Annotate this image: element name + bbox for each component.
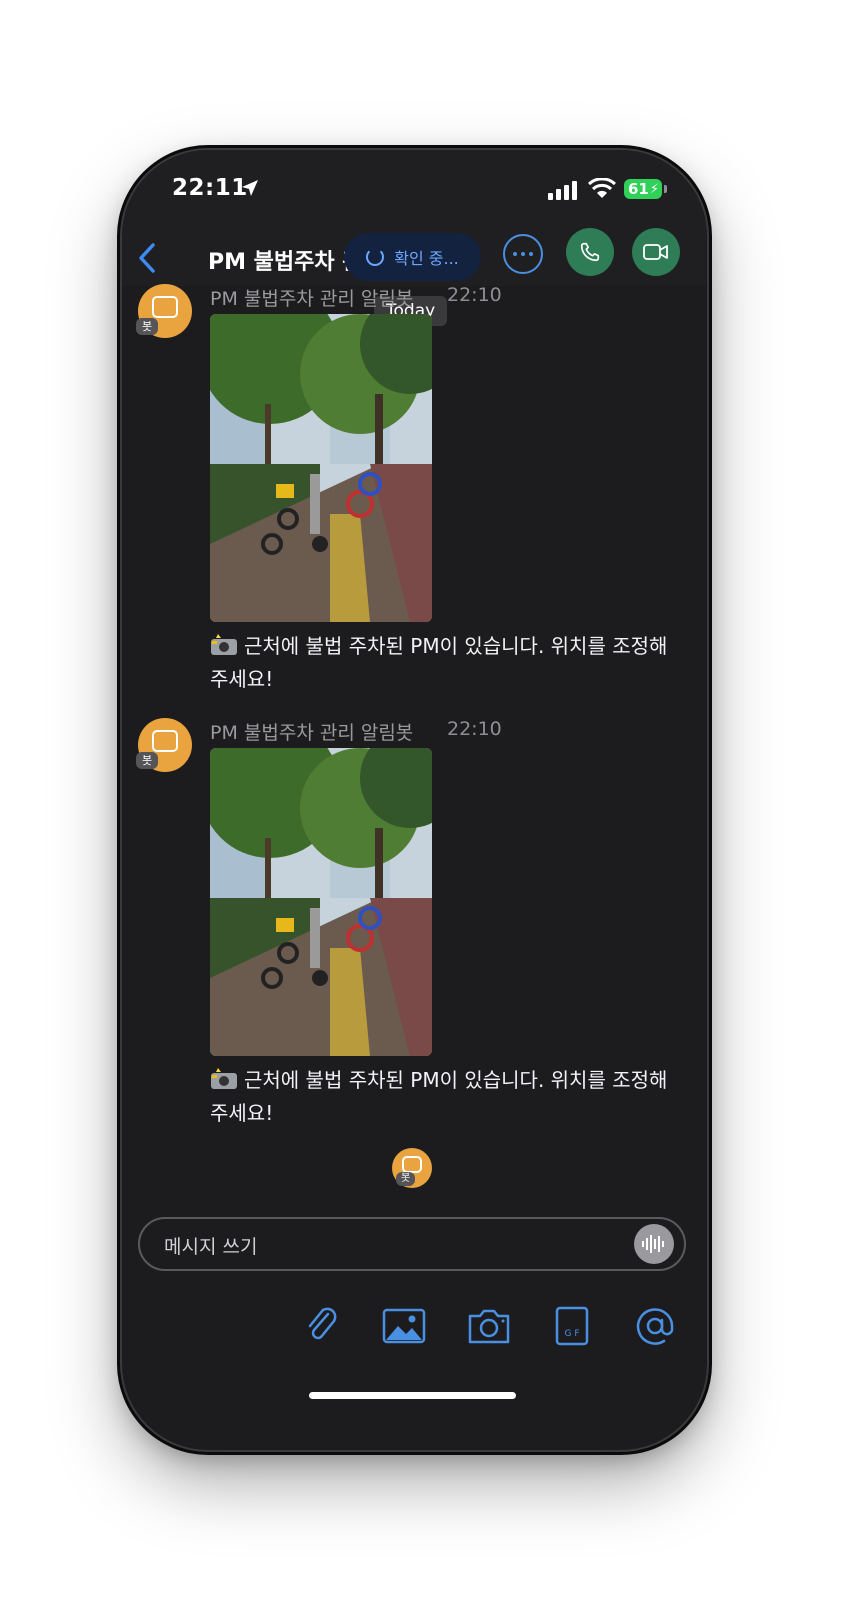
- street-photo-image: [210, 748, 432, 1056]
- spinner-icon: [366, 248, 385, 266]
- chat-header: PM 불법주차 관리 알림봇 확인 중...: [122, 228, 707, 286]
- message-sender: PM 불법주차 관리 알림봇: [210, 722, 414, 744]
- avatar-badge: 봇: [396, 1172, 416, 1186]
- message-text: 근처에 불법 주차된 PM이 있습니다. 위치를 조정해주세요!: [210, 1064, 680, 1130]
- voice-input-button[interactable]: [634, 1224, 674, 1264]
- phone-icon: [580, 242, 600, 262]
- bot-face-icon: [402, 1156, 422, 1173]
- street-photo-image: [210, 314, 432, 622]
- image-icon[interactable]: [382, 1306, 426, 1346]
- camera-icon[interactable]: [466, 1306, 512, 1346]
- mention-icon[interactable]: [634, 1306, 676, 1346]
- message-body: 근처에 불법 주차된 PM이 있습니다. 위치를 조정해주세요!: [210, 634, 668, 691]
- message-input-placeholder: 메시지 쓰기: [164, 1236, 258, 1258]
- voice-call-button[interactable]: [566, 228, 614, 276]
- camera-flash-emoji-icon: [210, 1067, 238, 1089]
- battery-level: 61: [628, 180, 649, 198]
- bot-face-icon: [152, 296, 178, 318]
- parking-photo[interactable]: [210, 748, 432, 1056]
- message-body: 근처에 불법 주차된 PM이 있습니다. 위치를 조정해주세요!: [210, 1068, 668, 1125]
- location-arrow-icon: [242, 180, 258, 196]
- charging-bolt-icon: ⚡: [649, 181, 660, 197]
- status-bar: 22:11 61 ⚡: [122, 150, 707, 230]
- message-sender: PM 불법주차 관리 알림봇: [210, 288, 414, 310]
- bot-avatar[interactable]: 봇: [136, 284, 192, 338]
- more-options-button[interactable]: [503, 234, 543, 274]
- bot-face-icon: [152, 730, 178, 752]
- wifi-icon: [588, 178, 616, 198]
- message-time: 22:10: [447, 718, 502, 740]
- message-composer[interactable]: 메시지 쓰기: [138, 1217, 686, 1271]
- status-time: 22:11: [172, 175, 248, 201]
- avatar-badge: 봇: [136, 318, 159, 335]
- message-text: 근처에 불법 주차된 PM이 있습니다. 위치를 조정해주세요!: [210, 630, 680, 696]
- message-list[interactable]: Today 봇 PM 불법주차 관리 알림봇 22:10 근처에 불법 주차된 …: [122, 284, 707, 1216]
- gif-icon[interactable]: G F: [554, 1306, 590, 1346]
- battery-tip: [664, 185, 667, 193]
- bot-avatar[interactable]: 봇: [136, 718, 192, 772]
- checking-label: 확인 중...: [394, 249, 459, 268]
- svg-text:G F: G F: [564, 1329, 579, 1339]
- home-indicator[interactable]: [309, 1392, 516, 1399]
- message-time: 22:10: [447, 284, 502, 306]
- video-camera-icon: [643, 244, 668, 260]
- parking-photo[interactable]: [210, 314, 432, 622]
- chevron-left-icon: [139, 243, 155, 273]
- back-button[interactable]: [132, 236, 162, 280]
- paperclip-icon[interactable]: [304, 1306, 340, 1346]
- video-call-button[interactable]: [632, 228, 680, 276]
- phone-frame: 22:11 61 ⚡ PM 불법주차 관리 알림봇 확인 중... Today …: [122, 150, 707, 1450]
- read-receipt-avatar: 봇: [392, 1148, 432, 1188]
- checking-status-pill: 확인 중...: [344, 233, 481, 281]
- signal-icon: [548, 181, 577, 200]
- waveform-icon: [642, 1235, 664, 1253]
- camera-flash-emoji-icon: [210, 633, 238, 655]
- battery-indicator: 61 ⚡: [624, 179, 662, 199]
- avatar-badge: 봇: [136, 752, 159, 769]
